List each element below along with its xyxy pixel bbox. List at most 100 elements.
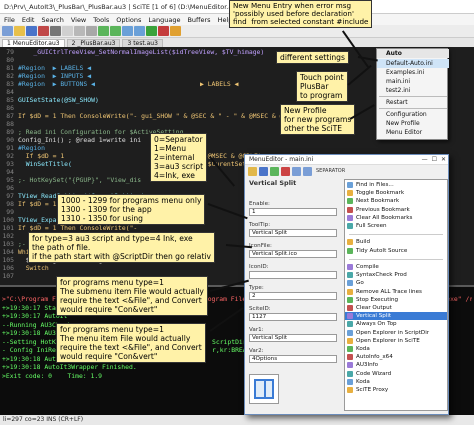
menu-item-menu-editor[interactable]: Menu Editor [377,128,449,137]
line-number: 93 [6,160,14,168]
menu-edit[interactable]: Edit [22,16,35,24]
redo-icon[interactable] [110,26,121,36]
callout-different-settings: different settings [276,51,349,64]
callout-new-menu-entry: New Menu Entry when error msg 'possibly … [229,0,373,28]
var1-field[interactable]: Vertical Split [249,334,337,342]
list-item[interactable]: Open Explorer in SciTE [345,337,447,345]
menu-item-restart[interactable]: Restart [377,98,449,107]
open-icon[interactable] [248,166,257,176]
list-item[interactable]: Always On Top [345,320,447,328]
menu-item-test2[interactable]: test2.ini [377,86,449,95]
tab-plusbar[interactable]: 2 _PlusBar.au3 [66,39,121,47]
list-item[interactable]: Next Bookmark [345,197,447,205]
list-item-label: Go [356,280,364,287]
menu-item-icon [347,329,353,336]
print-icon[interactable] [50,26,61,36]
type-field[interactable]: 2 [249,292,337,300]
down-arrow-icon[interactable] [303,166,312,176]
run-icon[interactable] [146,26,157,36]
list-item[interactable]: AutoInfo_x64 [345,353,447,361]
menu-item-examples[interactable]: Examples.ini [377,68,449,77]
tab-menueditor[interactable]: 1 MenuEditor.au3 [2,39,65,47]
list-item[interactable]: SciTE Proxy [345,386,447,394]
tab-test[interactable]: 3 test.au3 [122,39,163,47]
line-number: 95 [6,176,14,184]
list-item[interactable]: Build [345,238,447,246]
new-file-icon[interactable] [2,26,13,36]
list-item[interactable]: Koda [345,345,447,353]
menu-language[interactable]: Language [148,16,180,24]
list-item[interactable]: SyntaxCheck Prod [345,271,447,279]
compile-icon[interactable] [170,26,181,36]
menu-file[interactable]: File [4,16,15,24]
list-item[interactable]: Vertical Split [345,312,447,321]
list-item[interactable]: Find in Files... [345,181,447,189]
up-arrow-icon[interactable] [292,166,301,176]
line-number: 100 [2,216,14,224]
list-item[interactable]: Code Wizard [345,370,447,378]
maximize-button[interactable]: ☐ [432,156,437,163]
callout-touch-point: Touch point PlusBar to program [296,71,348,102]
save-icon[interactable] [26,26,37,36]
open-folder-icon[interactable] [14,26,25,36]
vertical-split-icon [254,379,274,399]
line-number: 92 [6,152,14,160]
list-separator [349,258,443,260]
list-item[interactable]: Full Screen [345,222,447,230]
menu-item-icon [347,370,353,377]
paste-icon[interactable] [86,26,97,36]
minimize-button[interactable]: — [422,156,428,163]
menu-item-default-auto[interactable]: Default-Auto.ini [377,59,449,68]
list-item[interactable]: Compile [345,263,447,271]
list-item[interactable]: AU3Info [345,361,447,369]
iconid-field[interactable] [249,271,337,279]
tooltip-field[interactable]: Vertical Split [249,229,337,237]
var2-field[interactable]: 4Options [249,355,337,363]
menu-search[interactable]: Search [41,16,63,24]
enable-field[interactable]: 1 [249,208,337,216]
list-item[interactable]: Stop Executing [345,296,447,304]
replace-icon[interactable] [134,26,145,36]
line-number: 96 [6,184,14,192]
menu-item-new-profile[interactable]: New Profile [377,119,449,128]
list-item[interactable]: Go [345,279,447,287]
list-item[interactable]: Clear Output [345,304,447,312]
menu-tools[interactable]: Tools [93,16,109,24]
list-item[interactable]: Clear All Bookmarks [345,214,447,222]
list-item[interactable]: Tidy AutoIt Source [345,247,447,255]
list-item[interactable]: Koda [345,378,447,386]
delete-icon[interactable] [281,166,290,176]
sciteid-field[interactable]: 1127 [249,313,337,321]
list-item[interactable]: Previous Bookmark [345,206,447,214]
menu-item-main[interactable]: main.ini [377,77,449,86]
line-number: 86 [6,104,14,112]
add-icon[interactable] [270,166,279,176]
find-icon[interactable] [122,26,133,36]
close-icon[interactable] [38,26,49,36]
list-item-label: Stop Executing [356,296,399,303]
copy-icon[interactable] [74,26,85,36]
list-item-label: Open Explorer in SciTE [356,337,420,344]
callout-id-ranges: 1000 - 1299 for programs menu only 1300 … [57,194,206,225]
popup-header: Auto [377,49,449,58]
menu-options[interactable]: Options [116,16,141,24]
cut-icon[interactable] [62,26,73,36]
list-item[interactable]: Toggle Bookmark [345,189,447,197]
callout-new-profile: New Profile for new programs other the S… [280,104,356,135]
menu-separator [379,96,447,97]
code-line[interactable]: 91 #Region [0,144,474,152]
list-item[interactable]: Open Explorer in ScriptDir [345,329,447,337]
menu-item-configuration[interactable]: Configuration [377,110,449,119]
list-item-label: Tidy AutoIt Source [356,247,408,254]
iconfile-field[interactable]: Vertical Split.ico [249,250,337,258]
undo-icon[interactable] [98,26,109,36]
menu-view[interactable]: View [71,16,86,24]
list-item-label: Koda [356,346,370,352]
close-button[interactable]: ✕ [441,156,446,163]
menu-item-list[interactable]: Find in Files... Toggle Bookmark Next Book… [344,179,448,411]
list-item[interactable]: Remove ALL Trace lines [345,288,447,296]
menu-item-icon [347,346,353,352]
save-icon[interactable] [259,166,268,176]
menu-buffers[interactable]: Buffers [187,16,210,24]
stop-icon[interactable] [158,26,169,36]
